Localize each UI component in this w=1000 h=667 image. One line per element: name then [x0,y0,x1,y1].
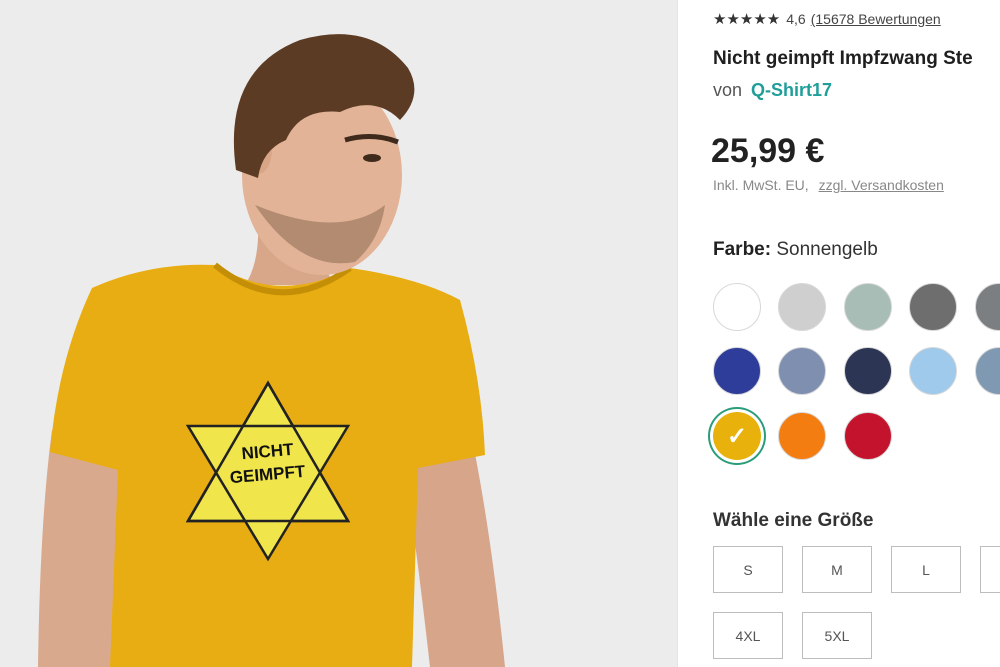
reviews-link[interactable]: (15678 Bewertungen [811,11,941,27]
size-option-m[interactable]: M [802,546,872,593]
color-swatch-sunflower-yellow[interactable]: ✓ [713,412,761,460]
seller-byline: von Q-Shirt17 [713,80,832,101]
tax-note: Inkl. MwSt. EU, zzgl. Versandkosten [713,177,944,193]
color-swatch-light-blue[interactable] [909,347,957,395]
tax-text: Inkl. MwSt. EU, [713,177,809,193]
size-option-5xl[interactable]: 5XL [802,612,872,659]
color-swatch-orange[interactable] [778,412,826,460]
color-swatch-dark-grey[interactable] [909,283,957,331]
product-photo: NICHT GEIMPFT [0,0,677,667]
color-swatch-heather-blue[interactable] [778,347,826,395]
rating-value: 4,6 [786,11,806,27]
size-label: Wähle eine Größe [713,510,874,531]
color-swatch-heather-light-grey[interactable] [778,283,826,331]
color-swatch-red[interactable] [844,412,892,460]
product-title: Nicht geimpft Impfzwang Ste [713,48,973,69]
shipping-costs-link[interactable]: zzgl. Versandkosten [819,177,944,193]
size-option-4xl[interactable]: 4XL [713,612,783,659]
rating: ★★★★★ 4,6 (15678 Bewertungen [713,10,941,28]
checkmark-icon: ✓ [726,422,748,450]
color-label: Farbe: Sonnengelb [713,239,878,261]
color-swatch-steel-blue[interactable] [975,347,1000,395]
product-details-panel: ★★★★★ 4,6 (15678 Bewertungen Nicht geimp… [678,0,1000,667]
selected-color-name: Sonnengelb [776,239,878,260]
color-swatch-sage-grey[interactable] [844,283,892,331]
size-option-xl[interactable] [980,546,1000,593]
color-swatch-white[interactable] [713,283,761,331]
seller-link[interactable]: Q-Shirt17 [751,80,832,100]
size-option-l[interactable]: L [891,546,961,593]
color-swatch-navy[interactable] [844,347,892,395]
byline-prefix: von [713,80,743,100]
model-illustration: NICHT GEIMPFT [0,0,677,667]
color-swatch-royal-blue[interactable] [713,347,761,395]
color-label-key: Farbe: [713,239,772,260]
star-rating-icon: ★★★★★ [713,11,781,28]
color-swatch-charcoal[interactable] [975,283,1000,331]
size-option-s[interactable]: S [713,546,783,593]
price: 25,99 € [711,132,825,170]
